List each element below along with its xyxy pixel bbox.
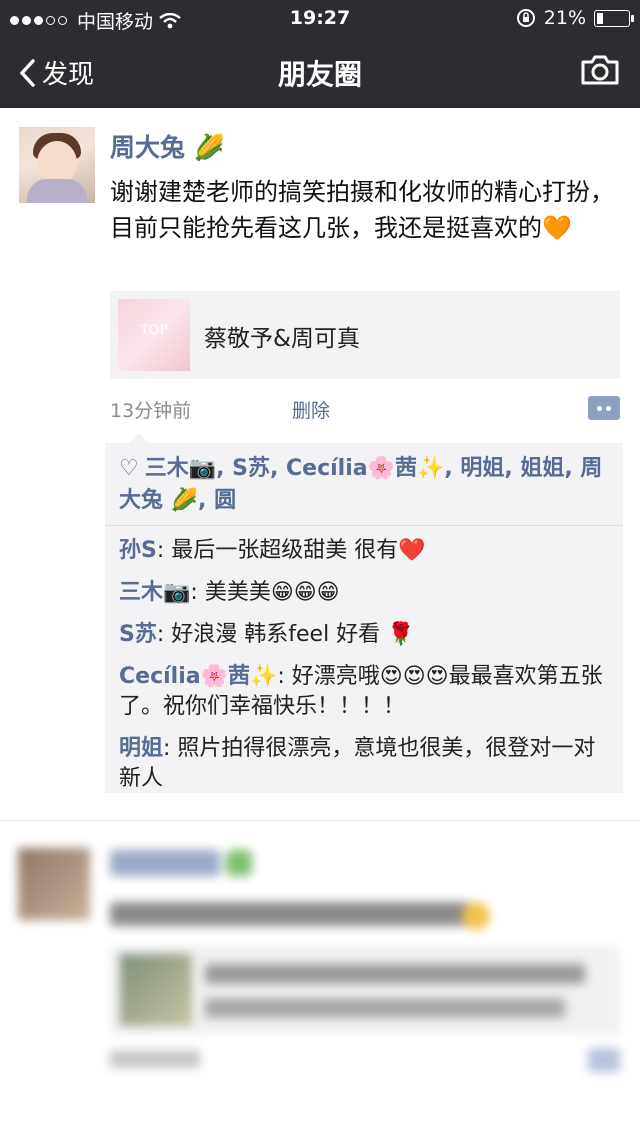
- status-bar: 中国移动 19:27 21%: [0, 0, 640, 36]
- comment-separator: :: [277, 664, 292, 689]
- comment-text: 美美美😁😁😁: [204, 580, 340, 605]
- comment-item[interactable]: S苏: 好浪漫 韩系feel 好看 🌹: [105, 616, 623, 652]
- post-text: [110, 902, 470, 926]
- interaction-box: ♡ 三木📷, S苏, Cecília🌸茜✨, 明姐, 姐姐, 周大兔 🌽, 圆 孙…: [105, 433, 623, 796]
- battery-percent: 21%: [543, 7, 586, 29]
- red-heart-icon: ❤️: [398, 538, 426, 563]
- comment-author[interactable]: 孙S: [119, 538, 157, 563]
- shared-link-card[interactable]: TOP 蔡敬予&周可真: [110, 291, 620, 379]
- post-time: 13分钟前: [110, 400, 192, 422]
- post-username[interactable]: [110, 850, 220, 876]
- comment-item[interactable]: 三木📷: 美美美😁😁😁: [105, 574, 623, 610]
- comment-separator: :: [163, 736, 178, 761]
- comment-item[interactable]: 明姐: 照片拍得很漂亮，意境也很美，很登对一对新人: [105, 730, 623, 796]
- camera-button[interactable]: [580, 54, 620, 90]
- comment-item[interactable]: 孙S: 最后一张超级甜美 很有❤️: [105, 532, 623, 568]
- comment-separator: :: [190, 580, 205, 605]
- divider: [0, 820, 640, 821]
- comment-list: 孙S: 最后一张超级甜美 很有❤️ 三木📷: 美美美😁😁😁 S苏: 好浪漫 韩系fe…: [105, 532, 623, 796]
- camera-icon: [581, 55, 619, 85]
- battery-area: 21%: [516, 7, 634, 29]
- post-body: 谢谢建楚老师的搞笑拍摄和化妆师的精心打扮，目前只能抢先看这几张，我还是挺喜欢的: [110, 178, 614, 242]
- comment-author[interactable]: S苏: [119, 622, 157, 647]
- heart-outline-icon: ♡: [119, 456, 139, 481]
- smile-icon: [462, 902, 490, 930]
- comment-item[interactable]: Cecília🌸茜✨: 好漂亮哦😍😍😍最最喜欢第五张了。祝你们幸福快乐！！！！: [105, 658, 623, 724]
- moment-post: 周大兔 🌽 谢谢建楚老师的搞笑拍摄和化妆师的精心打扮，目前只能抢先看这几张，我还…: [0, 108, 640, 818]
- rotation-lock-icon: [516, 9, 535, 27]
- page-title: 朋友圈: [277, 58, 362, 91]
- shared-link-card[interactable]: [110, 946, 620, 1034]
- comment-author[interactable]: Cecília🌸茜✨: [119, 664, 277, 689]
- link-thumbnail: TOP: [118, 299, 190, 371]
- comment-menu-button[interactable]: [588, 396, 620, 420]
- avatar[interactable]: [18, 848, 90, 920]
- post-time: [110, 1050, 200, 1068]
- link-subtitle: [205, 998, 565, 1018]
- comment-separator: :: [156, 622, 172, 647]
- link-title: [205, 964, 585, 984]
- post-username[interactable]: 周大兔 🌽: [110, 128, 225, 164]
- blurred-post: [0, 822, 640, 1138]
- nav-bar: 发现 朋友圈: [0, 36, 640, 108]
- comment-text: 好浪漫 韩系feel 好看 🌹: [171, 622, 415, 647]
- link-thumb-text: TOP: [139, 323, 169, 338]
- orange-heart-icon: 🧡: [542, 214, 572, 242]
- comment-text: 照片拍得很漂亮，意境也很美，很登对一对新人: [119, 736, 596, 791]
- comment-text: 最后一张超级甜美 很有: [171, 538, 399, 563]
- comment-author[interactable]: 三木📷: [119, 580, 190, 605]
- battery-icon: [594, 9, 634, 27]
- likes-list[interactable]: 三木📷, S苏, Cecília🌸茜✨, 明姐, 姐姐, 周大兔 🌽, 圆: [119, 456, 602, 513]
- avatar[interactable]: [19, 127, 95, 203]
- comment-author[interactable]: 明姐: [119, 736, 163, 761]
- post-text: 谢谢建楚老师的搞笑拍摄和化妆师的精心打扮，目前只能抢先看这几张，我还是挺喜欢的🧡: [110, 174, 620, 246]
- likes-row: ♡ 三木📷, S苏, Cecília🌸茜✨, 明姐, 姐姐, 周大兔 🌽, 圆: [105, 443, 623, 525]
- emoji-icon: [226, 850, 252, 876]
- comment-menu-button[interactable]: [588, 1048, 620, 1072]
- divider: [105, 525, 623, 526]
- delete-button[interactable]: 删除: [292, 396, 330, 423]
- link-title: 蔡敬予&周可真: [204, 326, 360, 352]
- link-thumbnail: [120, 954, 192, 1026]
- comment-separator: :: [156, 538, 172, 563]
